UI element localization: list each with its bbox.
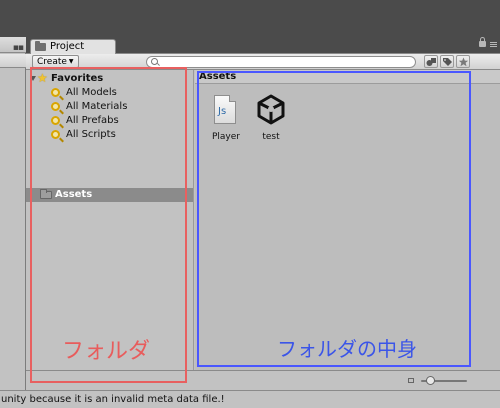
icon-size-slider-thumb[interactable] xyxy=(426,376,436,385)
editor-top-area xyxy=(0,0,500,37)
folder-tab-icon xyxy=(35,41,46,51)
lock-icon[interactable] xyxy=(479,37,486,47)
favorite-search-button[interactable] xyxy=(456,55,470,68)
tab-label: Project xyxy=(50,41,85,52)
panel-menu-icon[interactable]: ▪▪ xyxy=(13,43,24,53)
tab-project[interactable]: Project xyxy=(30,39,116,54)
star-outline-icon xyxy=(458,57,469,67)
contents-annotation-box xyxy=(197,71,471,367)
dropdown-caret-icon: ▼ xyxy=(68,58,74,65)
small-icon-size-icon xyxy=(408,378,414,383)
status-bar[interactable]: unity because it is an invalid meta data… xyxy=(0,390,500,408)
adjacent-panel-tabstrip: ▪▪ xyxy=(0,37,26,53)
tab-strip: Project xyxy=(26,37,500,54)
status-message: unity because it is an invalid meta data… xyxy=(1,394,225,405)
shapes-icon xyxy=(426,58,436,66)
contents-annotation-label: フォルダの中身 xyxy=(277,337,417,361)
folder-annotation-label: フォルダ xyxy=(62,339,151,364)
adjacent-panel: ▪▪ xyxy=(0,37,26,390)
search-by-type-button[interactable] xyxy=(424,55,438,68)
tag-icon xyxy=(443,58,452,66)
create-button-label: Create xyxy=(37,57,67,67)
search-by-label-button[interactable] xyxy=(440,55,454,68)
window-menu-icon[interactable] xyxy=(490,42,497,47)
search-icon xyxy=(151,58,158,65)
adjacent-panel-toolbar xyxy=(0,54,26,68)
